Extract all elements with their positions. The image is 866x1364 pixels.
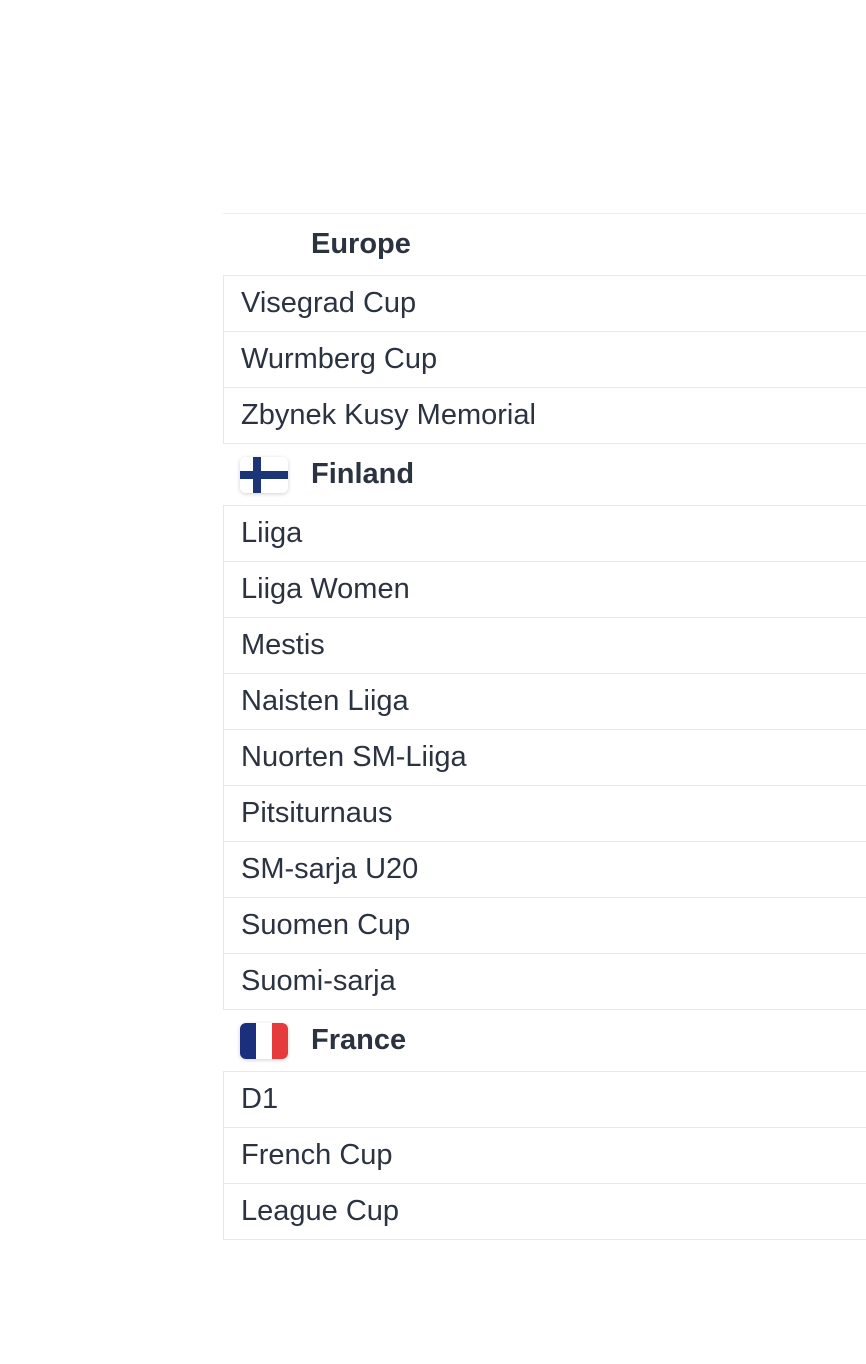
flag-placeholder <box>240 227 288 263</box>
group-title: Europe <box>311 228 411 260</box>
group-header-finland: Finland <box>223 444 866 506</box>
list-item[interactable]: SM-sarja U20 <box>223 842 866 898</box>
list-item[interactable]: D1 <box>223 1072 866 1128</box>
list-item[interactable]: Nuorten SM-Liiga <box>223 730 866 786</box>
list-item[interactable]: French Cup <box>223 1128 866 1184</box>
group-title: Finland <box>311 458 415 490</box>
france-flag-icon <box>240 1022 288 1059</box>
group-header-europe: Europe <box>223 214 866 276</box>
list-item[interactable]: League Cup <box>223 1184 866 1240</box>
list-item[interactable]: Wurmberg Cup <box>223 332 866 388</box>
list-item[interactable]: Liiga <box>223 506 866 562</box>
group-title: France <box>311 1024 407 1056</box>
list-item[interactable]: Liiga Women <box>223 562 866 618</box>
list-item[interactable]: Pitsiturnaus <box>223 786 866 842</box>
list-item[interactable]: Mestis <box>223 618 866 674</box>
competition-list: Europe Visegrad Cup Wurmberg Cup Zbynek … <box>223 213 866 1240</box>
finland-flag-icon <box>240 456 288 493</box>
list-item[interactable]: Suomi-sarja <box>223 954 866 1010</box>
list-item[interactable]: Visegrad Cup <box>223 276 866 332</box>
group-header-france: France <box>223 1010 866 1072</box>
list-item[interactable]: Zbynek Kusy Memorial <box>223 388 866 444</box>
list-item[interactable]: Naisten Liiga <box>223 674 866 730</box>
list-item[interactable]: Suomen Cup <box>223 898 866 954</box>
